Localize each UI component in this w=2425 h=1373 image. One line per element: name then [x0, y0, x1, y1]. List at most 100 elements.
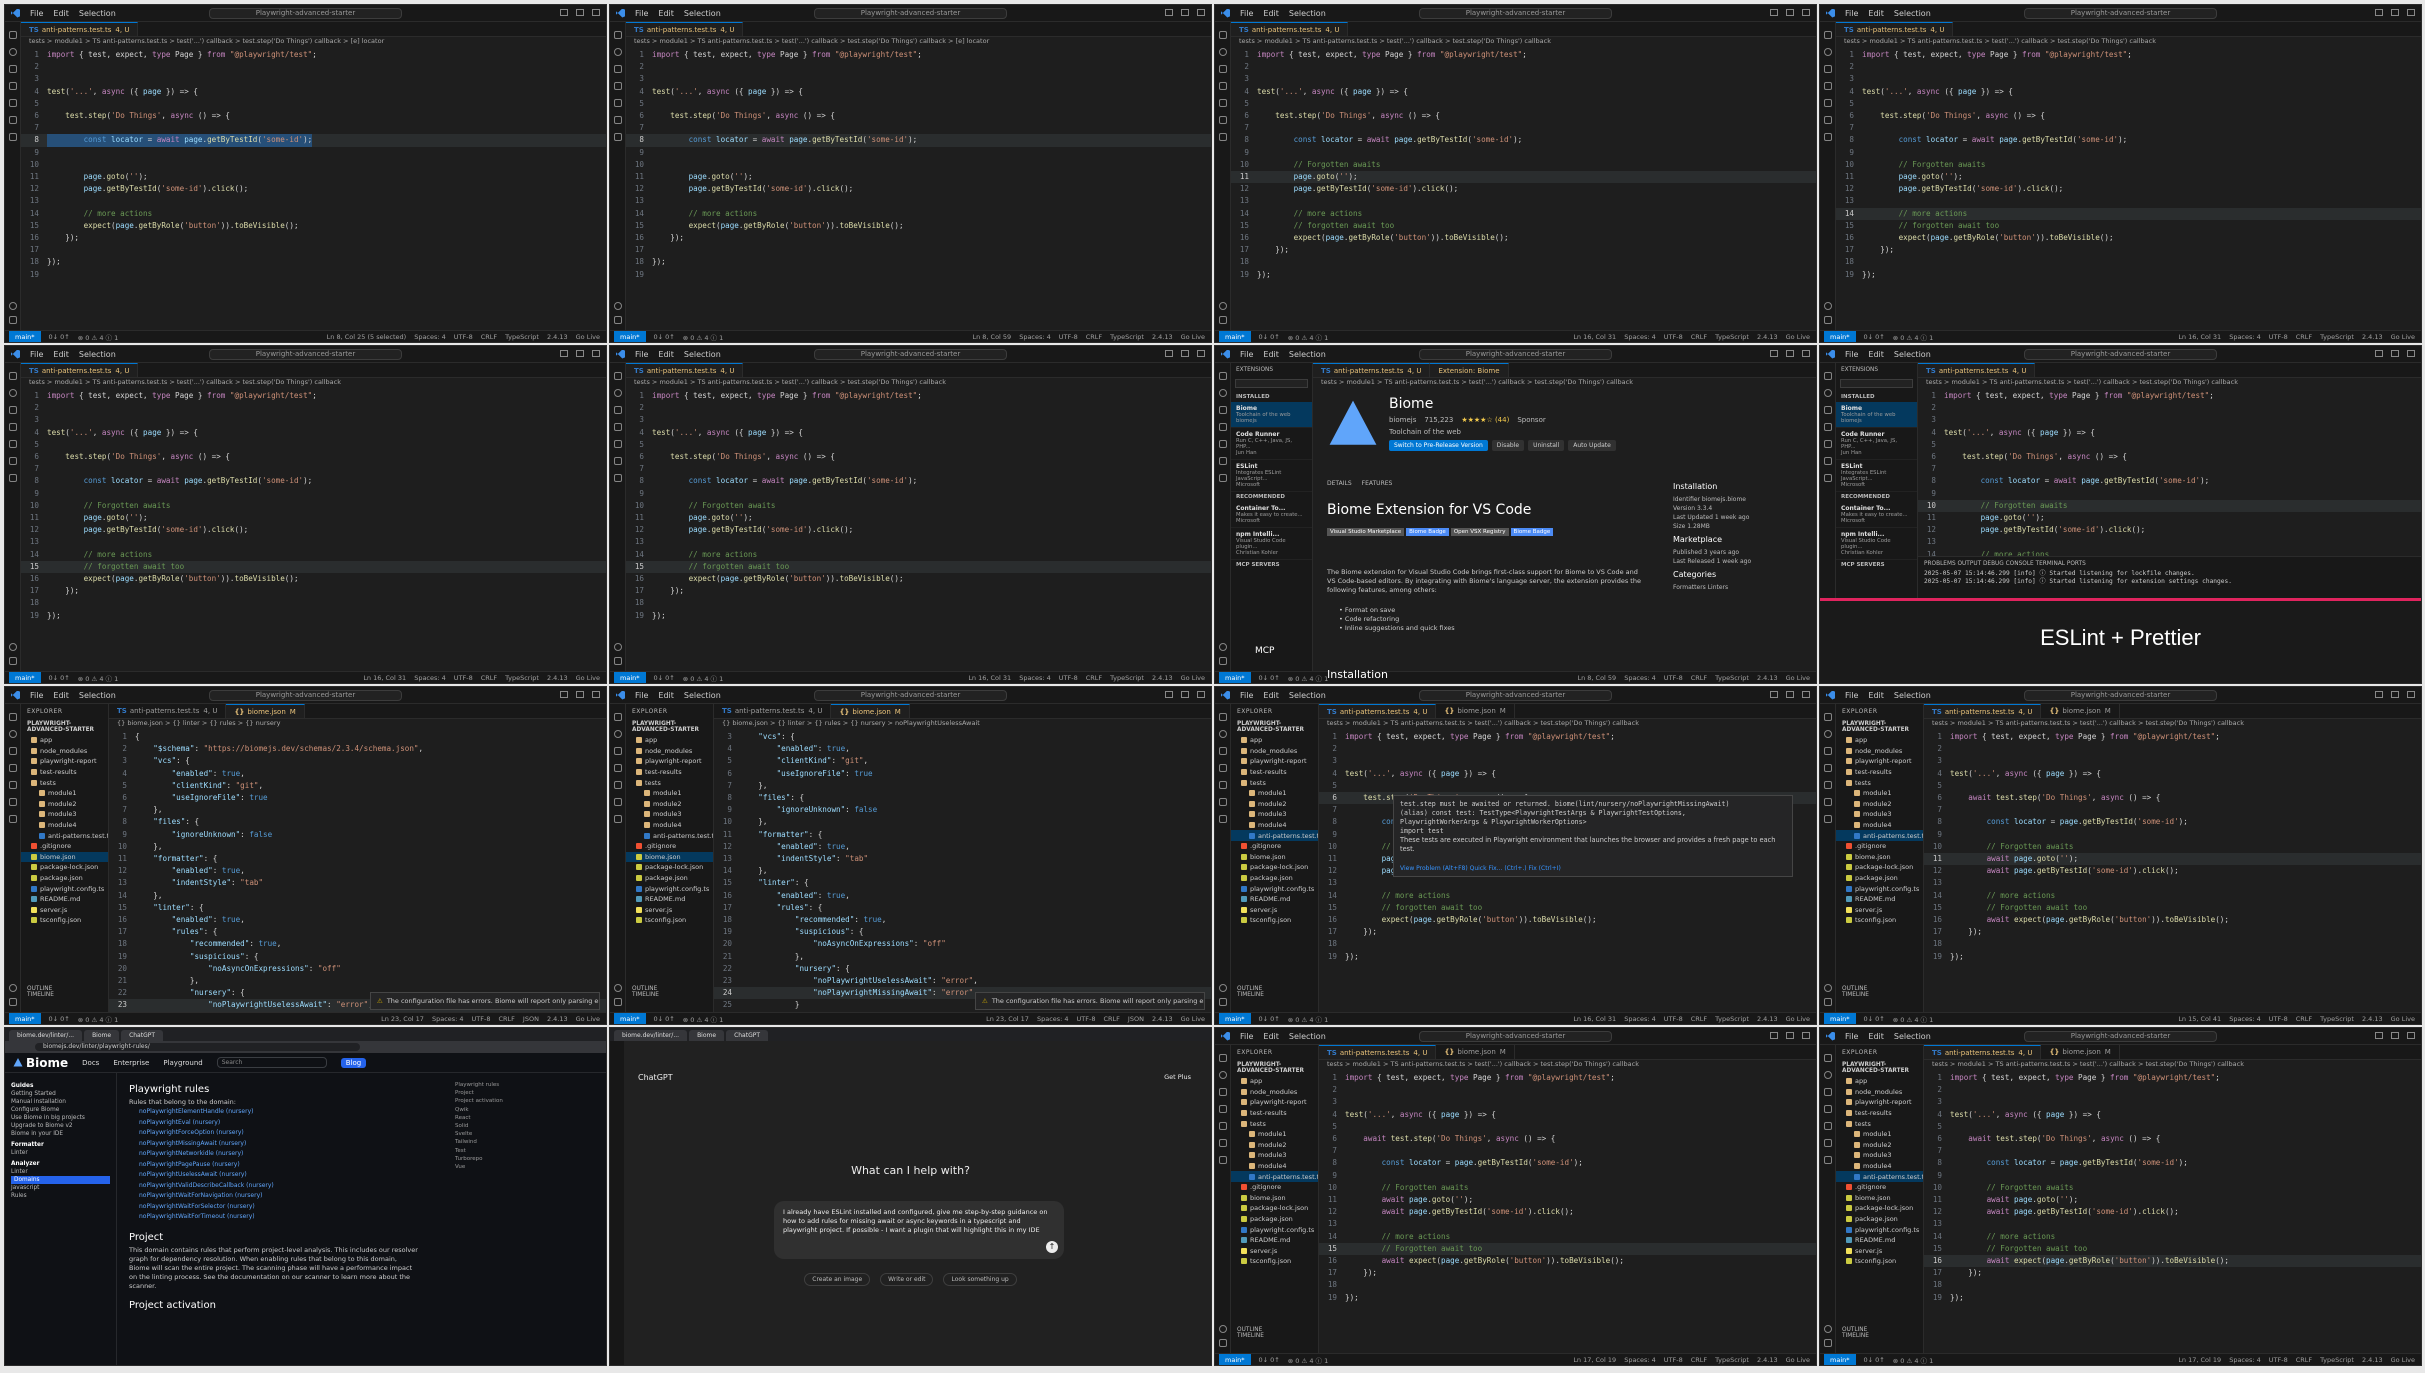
toc-link[interactable]: Svelte	[455, 1130, 595, 1138]
command-center-search[interactable]: Playwright-advanced-starter	[2024, 349, 2217, 360]
explorer-item[interactable]: tsconfig.json	[1836, 915, 1923, 926]
code-editor[interactable]: 1 import { test, expect, type Page } from…	[626, 49, 1211, 330]
line-ending[interactable]: CRLF	[2296, 1015, 2312, 1023]
explorer-item[interactable]: tests	[1836, 777, 1923, 788]
outline-section[interactable]: OUTLINE TIMELINE	[626, 986, 713, 998]
language-mode[interactable]: TypeScript	[505, 674, 539, 682]
remote-icon[interactable]	[613, 133, 622, 141]
indentation[interactable]: Spaces: 4	[1019, 674, 1051, 682]
explorer-item[interactable]: server.js	[1836, 1246, 1923, 1257]
explorer-item[interactable]: module3	[626, 809, 713, 820]
source-control-icon[interactable]	[613, 65, 622, 73]
close-icon[interactable]	[1802, 9, 1810, 16]
breadcrumb[interactable]: tests > module1 > TS anti-patterns.test.…	[1836, 37, 2421, 48]
go-live-button[interactable]: Go Live	[1786, 333, 1810, 341]
explorer-item[interactable]: .gitignore	[1836, 1182, 1923, 1193]
line-ending[interactable]: CRLF	[1691, 1015, 1707, 1023]
encoding[interactable]: UTF-8	[1664, 333, 1683, 341]
line-ending[interactable]: CRLF	[2296, 1356, 2312, 1364]
extensions-search-input[interactable]	[1235, 379, 1308, 388]
language-mode[interactable]: TypeScript	[1715, 674, 1749, 682]
explorer-item[interactable]: .gitignore	[1836, 841, 1923, 852]
search-icon[interactable]	[613, 389, 622, 397]
menu-file[interactable]: File	[30, 350, 43, 359]
remote-indicator[interactable]: main*	[1219, 672, 1251, 683]
problems-count[interactable]: ⊗ 0 ⚠ 4 ⓘ 1	[1893, 1355, 1934, 1365]
explorer-item[interactable]: playwright.config.ts	[1231, 883, 1318, 894]
explorer-item[interactable]: server.js	[1836, 905, 1923, 916]
menu-edit[interactable]: Edit	[658, 9, 674, 18]
close-icon[interactable]	[1197, 350, 1205, 357]
explorer-item[interactable]: module1	[1231, 788, 1318, 799]
testing-icon[interactable]	[8, 116, 17, 124]
docs-nav-item[interactable]: Guides	[11, 1082, 110, 1090]
browser-tab[interactable]: ChatGPT	[121, 1030, 164, 1041]
account-icon[interactable]	[1824, 1325, 1832, 1333]
run-debug-icon[interactable]	[1218, 1105, 1227, 1113]
breadcrumb[interactable]: tests > module1 > TS anti-patterns.test.…	[21, 378, 606, 389]
command-center-search[interactable]: Playwright-advanced-starter	[1419, 690, 1612, 701]
explorer-item[interactable]: module2	[1231, 799, 1318, 810]
menu-file[interactable]: File	[1845, 1032, 1858, 1041]
explorer-item[interactable]: package-lock.json	[1836, 862, 1923, 873]
remote-indicator[interactable]: main*	[1219, 1354, 1251, 1365]
language-mode[interactable]: TypeScript	[505, 333, 539, 341]
explorer-item[interactable]: package-lock.json	[626, 862, 713, 873]
explorer-item[interactable]: playwright.config.ts	[1231, 1224, 1318, 1235]
explorer-item[interactable]: tsconfig.json	[1231, 1256, 1318, 1267]
explorer-item[interactable]: module2	[626, 799, 713, 810]
tab-anti-patterns[interactable]: TS anti-patterns.test.ts 4, U	[626, 22, 744, 36]
cursor-position[interactable]: Ln 16, Col 31	[2178, 333, 2221, 341]
docs-nav-item[interactable]: Upgrade to Biome v2	[11, 1122, 110, 1130]
explorer-item[interactable]: node_modules	[1836, 1087, 1923, 1098]
minimize-icon[interactable]	[2375, 9, 2383, 16]
search-icon[interactable]	[1823, 389, 1832, 397]
search-icon[interactable]	[1823, 730, 1832, 738]
menu-file[interactable]: File	[30, 9, 43, 18]
explorer-root-folder[interactable]: PLAYWRIGHT-ADVANCED-STARTER	[21, 719, 108, 735]
breadcrumb[interactable]: tests > module1 > TS anti-patterns.test.…	[1231, 37, 1816, 48]
explorer-item[interactable]: biome.json	[1231, 1193, 1318, 1204]
source-control-icon[interactable]	[8, 747, 17, 755]
breadcrumb[interactable]: {} biome.json > {} linter > {} rules > {…	[714, 719, 1211, 730]
minimize-icon[interactable]	[560, 691, 568, 698]
menu-file[interactable]: File	[635, 350, 648, 359]
extensions-icon[interactable]	[1218, 781, 1227, 789]
ts-version[interactable]: 2.4.13	[547, 1015, 568, 1023]
explorer-item[interactable]: package.json	[626, 873, 713, 884]
extensions-icon[interactable]	[1823, 781, 1832, 789]
remote-indicator[interactable]: main*	[9, 1013, 41, 1024]
gear-icon[interactable]	[9, 998, 17, 1006]
minimize-icon[interactable]	[1165, 9, 1173, 16]
explorer-item[interactable]: test-results	[626, 767, 713, 778]
indentation[interactable]: Spaces: 4	[2229, 1356, 2261, 1364]
sync-status[interactable]: 0↓ 0↑	[1259, 1015, 1280, 1023]
explorer-item[interactable]: tsconfig.json	[626, 915, 713, 926]
testing-icon[interactable]	[8, 457, 17, 465]
explorer-icon[interactable]	[1823, 713, 1832, 721]
close-icon[interactable]	[2407, 691, 2415, 698]
explorer-item[interactable]: README.md	[1836, 894, 1923, 905]
tab-anti-patterns[interactable]: TS anti-patterns.test.ts 4, U	[1319, 704, 1437, 718]
maximize-icon[interactable]	[2391, 9, 2399, 16]
sync-status[interactable]: 0↓ 0↑	[1259, 674, 1280, 682]
menu-file[interactable]: File	[1845, 350, 1858, 359]
subtab-features[interactable]: FEATURES	[1362, 480, 1393, 487]
account-icon[interactable]	[1219, 1325, 1227, 1333]
menu-edit[interactable]: Edit	[1263, 691, 1279, 700]
docs-nav-item[interactable]: Linter	[11, 1149, 110, 1157]
subtab-details[interactable]: DETAILS	[1327, 480, 1352, 487]
language-mode[interactable]: JSON	[1128, 1015, 1144, 1023]
gear-icon[interactable]	[1219, 1339, 1227, 1347]
remote-icon[interactable]	[1823, 133, 1832, 141]
menu-file[interactable]: File	[1240, 1032, 1253, 1041]
extension-item[interactable]: ESLint Integrates ESLint JavaScript... Mic…	[1231, 460, 1312, 492]
search-icon[interactable]	[1218, 48, 1227, 56]
breadcrumb[interactable]: tests > module1 > TS anti-patterns.test.…	[626, 37, 1211, 48]
cursor-position[interactable]: Ln 16, Col 31	[1573, 1015, 1616, 1023]
menu-file[interactable]: File	[1240, 691, 1253, 700]
code-editor[interactable]: 1 import { test, expect, type Page } from…	[21, 49, 606, 330]
explorer-icon[interactable]	[1218, 1054, 1227, 1062]
testing-icon[interactable]	[1823, 116, 1832, 124]
remote-icon[interactable]	[613, 815, 622, 823]
